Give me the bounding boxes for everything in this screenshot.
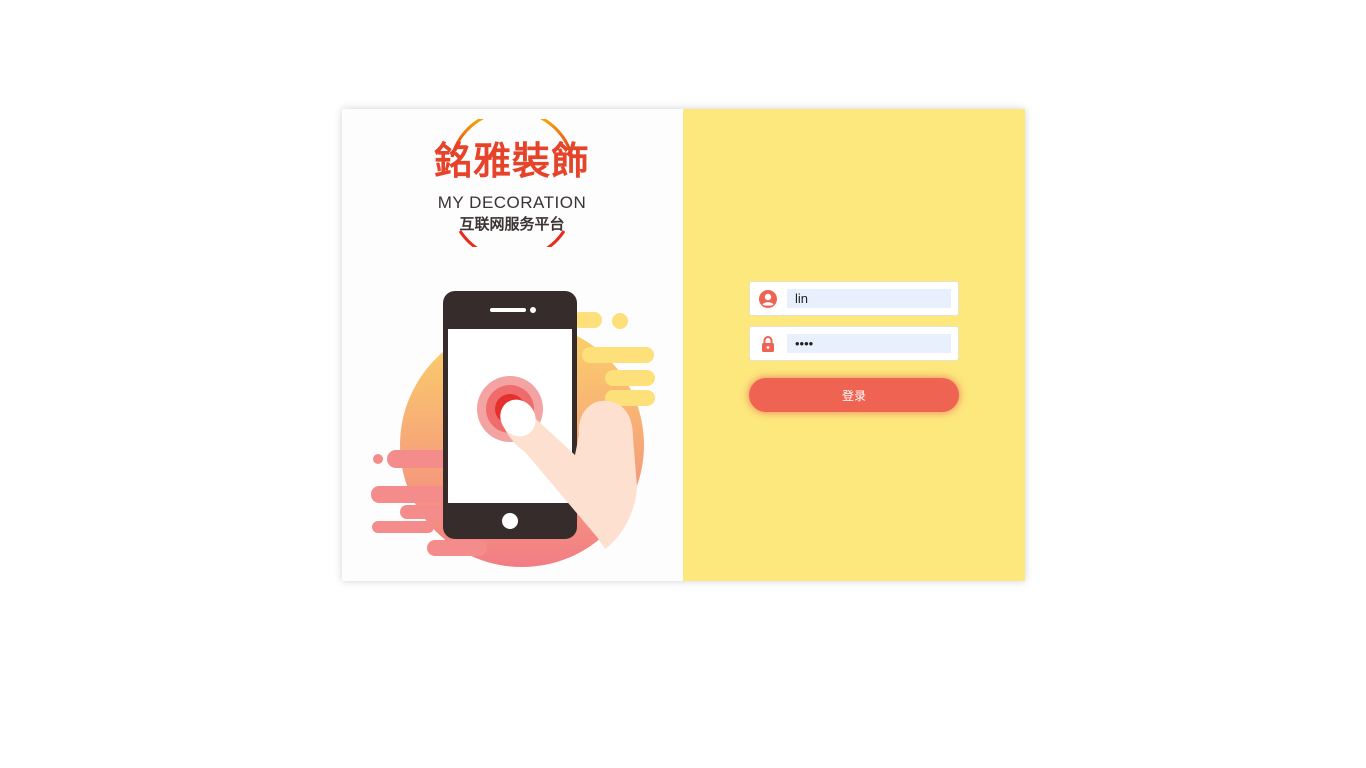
password-input[interactable]	[787, 334, 951, 353]
logo-subtitle: 互联网服务平台	[459, 215, 565, 233]
logo-name-en: MY DECORATION	[437, 193, 587, 212]
login-button[interactable]: 登录	[749, 378, 959, 412]
login-panel: 登录	[683, 109, 1025, 581]
login-form: 登录	[749, 281, 959, 412]
login-card: 銘雅裝飾 MY DECORATION 互联网服务平台 lin 登录	[342, 109, 1025, 581]
username-input[interactable]	[787, 289, 951, 308]
company-logo: 銘雅裝飾 MY DECORATION 互联网服务平台	[432, 119, 592, 247]
phone-tap-illustration	[371, 291, 655, 567]
user-circle-icon	[759, 290, 777, 308]
lock-icon	[762, 336, 774, 352]
brand-panel: 銘雅裝飾 MY DECORATION 互联网服务平台	[342, 109, 683, 581]
username-field	[749, 281, 959, 316]
logo-name-cn: 銘雅裝飾	[433, 139, 590, 183]
password-field	[749, 326, 959, 361]
